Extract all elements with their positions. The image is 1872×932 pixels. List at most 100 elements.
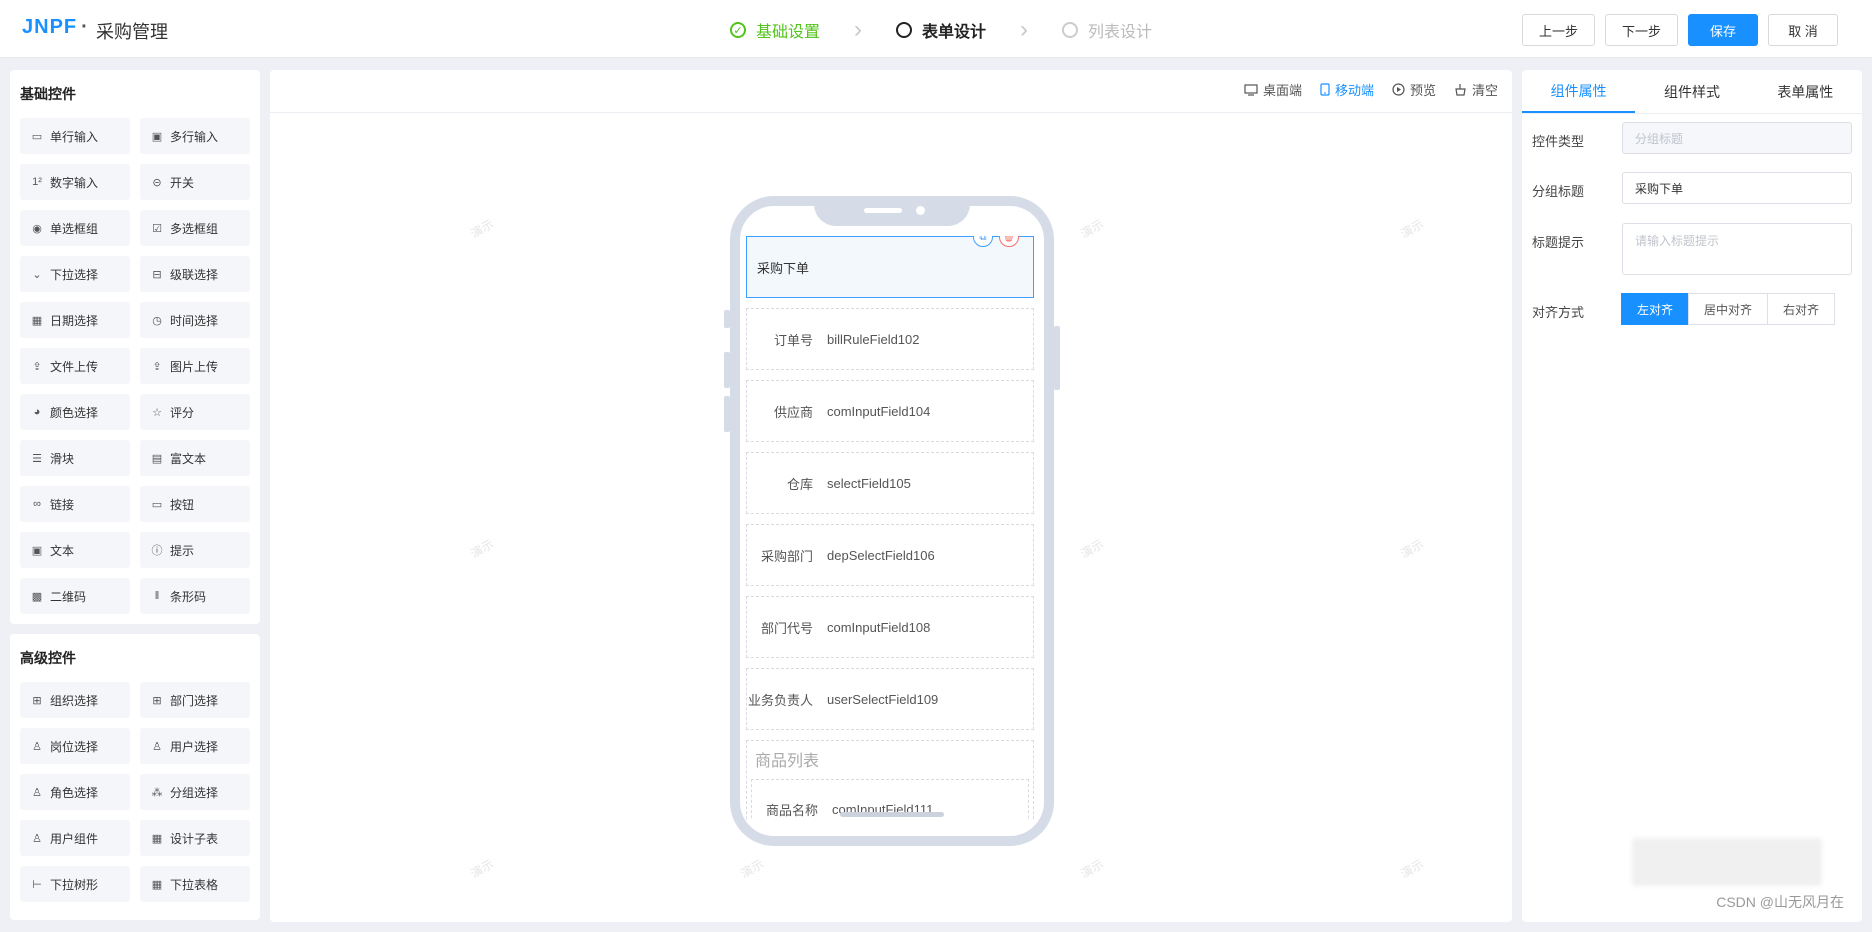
component-label: 组织选择 [50, 693, 99, 708]
field-value: billRuleField102 [827, 331, 920, 347]
blurred-region [1632, 838, 1822, 886]
watermark-text: 演示 [1078, 856, 1107, 881]
step-form-design[interactable]: 表单设计 [896, 18, 986, 42]
component-label: 文件上传 [50, 359, 99, 374]
component-label: 评分 [170, 405, 195, 420]
form-field[interactable]: 订单号 billRuleField102 [746, 308, 1034, 370]
basic-component-item[interactable]: ‖ 条形码 [140, 578, 250, 614]
page-title: 采购管理 [96, 22, 168, 42]
product-list-section[interactable]: 商品列表 商品名称 comInputField111 [746, 740, 1034, 820]
property-panel: 组件属性 组件样式 表单属性 控件类型 分组标题 分组标题 采购下单 标题提示 … [1522, 70, 1862, 922]
advanced-component-item[interactable]: ⊞ 组织选择 [20, 682, 130, 718]
upload-icon: ⇪ [32, 360, 42, 373]
tree-icon: ⊢ [32, 878, 42, 891]
basic-component-item[interactable]: ∞ 链接 [20, 486, 130, 522]
align-center-button[interactable]: 居中对齐 [1688, 293, 1769, 325]
advanced-component-item[interactable]: ♙ 岗位选择 [20, 728, 130, 764]
advanced-component-item[interactable]: ♙ 用户组件 [20, 820, 130, 856]
component-label: 图片上传 [170, 359, 219, 374]
basic-component-item[interactable]: ▩ 二维码 [20, 578, 130, 614]
field-value: comInputField104 [827, 403, 931, 419]
step-list-design[interactable]: 列表设计 [1062, 18, 1152, 42]
section-title: 商品列表 [755, 753, 820, 770]
advanced-component-item[interactable]: ♙ 用户选择 [140, 728, 250, 764]
tab-component-props[interactable]: 组件属性 [1522, 70, 1636, 113]
prev-button[interactable]: 上一步 [1521, 14, 1595, 46]
dept-icon: ⊞ [152, 694, 162, 707]
basic-component-item[interactable]: ⇪ 图片上传 [140, 348, 250, 384]
field-label: 采购部门 [760, 548, 813, 564]
date-icon: ▦ [31, 314, 43, 327]
group-title-input[interactable]: 采购下单 [1622, 172, 1852, 204]
prop-label: 标题提示 [1532, 235, 1585, 250]
basic-component-item[interactable]: ⓘ 提示 [140, 532, 250, 568]
app-header: JNPF · 采购管理 ✓ 基础设置 › 表单设计 › 列表设计 上一步 下一步 … [0, 0, 1872, 58]
align-right-button[interactable]: 右对齐 [1767, 293, 1836, 325]
credit-text: CSDN @山无风月在 [1716, 894, 1844, 910]
advanced-component-item[interactable]: ⊞ 部门选择 [140, 682, 250, 718]
watermark-text: 演示 [468, 536, 497, 561]
advanced-component-item[interactable]: ▦ 下拉表格 [140, 866, 250, 902]
basic-component-item[interactable]: ▣ 多行输入 [140, 118, 250, 154]
basic-component-item[interactable]: ▦ 日期选择 [20, 302, 130, 338]
form-field[interactable]: 业务负责人 userSelectField109 [746, 668, 1034, 730]
basic-component-item[interactable]: ▭ 按钮 [140, 486, 250, 522]
form-field[interactable]: 供应商 comInputField104 [746, 380, 1034, 442]
divider [270, 112, 1512, 113]
advanced-grid: ⊞ 组织选择 ⊞ 部门选择 ♙ 岗位选择 ♙ 用户选择 ♙ 角色选择 ⁂ 分组选择 ♙ 用户组件 ▦ 设计子表… [20, 682, 250, 902]
chevron-right-icon: › [854, 16, 863, 43]
richtext-icon: ▤ [151, 452, 163, 465]
align-left-button[interactable]: 左对齐 [1621, 293, 1690, 325]
play-icon [1392, 83, 1405, 96]
copy-icon[interactable]: ⧉ [973, 236, 993, 247]
component-label: 条形码 [170, 589, 207, 604]
component-label: 下拉表格 [170, 877, 219, 892]
basic-component-item[interactable]: ◷ 时间选择 [140, 302, 250, 338]
tab-form-props[interactable]: 表单属性 [1749, 70, 1862, 113]
link-icon: ∞ [33, 498, 41, 510]
basic-component-item[interactable]: ▣ 文本 [20, 532, 130, 568]
basic-component-item[interactable]: ⊟ 级联选择 [140, 256, 250, 292]
tab-component-style[interactable]: 组件样式 [1635, 70, 1748, 113]
basic-component-item[interactable]: ⌄ 下拉选择 [20, 256, 130, 292]
basic-component-item[interactable]: ◕ 颜色选择 [20, 394, 130, 430]
clear-button[interactable]: 清空 [1454, 80, 1498, 99]
basic-component-item[interactable]: ☆ 评分 [140, 394, 250, 430]
form-field[interactable]: 仓库 selectField105 [746, 452, 1034, 514]
basic-component-item[interactable]: ▭ 单行输入 [20, 118, 130, 154]
canvas-toolbar: 桌面端 移动端 预览 清空 [1244, 80, 1498, 99]
basic-component-item[interactable]: ▤ 富文本 [140, 440, 250, 476]
basic-component-item[interactable]: 1² 数字输入 [20, 164, 130, 200]
basic-component-item[interactable]: ⇪ 文件上传 [20, 348, 130, 384]
next-button[interactable]: 下一步 [1604, 14, 1678, 46]
group-title-field-selected[interactable]: 采购下单 ⧉ 🗑 [746, 236, 1034, 298]
basic-component-item[interactable]: ☑ 多选框组 [140, 210, 250, 246]
info-icon: ⓘ [151, 545, 163, 557]
basic-components: 基础控件 ▭ 单行输入 ▣ 多行输入 1² 数字输入 ⊝ 开关 ◉ 单选框组 ☑ 多选框组 ⌄ 下拉选择 ⊟… [10, 70, 260, 624]
step-basic-settings[interactable]: ✓ 基础设置 [730, 18, 820, 42]
component-label: 提示 [170, 543, 195, 558]
save-button[interactable]: 保存 [1688, 14, 1758, 46]
delete-icon[interactable]: 🗑 [999, 236, 1019, 247]
form-field[interactable]: 部门代号 comInputField108 [746, 596, 1034, 658]
advanced-component-item[interactable]: ♙ 角色选择 [20, 774, 130, 810]
component-label: 数字输入 [50, 175, 99, 190]
watermark-text: 演示 [468, 216, 497, 241]
align-segmented: 左对齐 居中对齐 右对齐 [1621, 293, 1836, 325]
component-label: 部门选择 [170, 693, 219, 708]
cancel-button[interactable]: 取 消 [1768, 14, 1838, 46]
basic-component-item[interactable]: ⊝ 开关 [140, 164, 250, 200]
advanced-component-item[interactable]: ▦ 设计子表 [140, 820, 250, 856]
title-tip-textarea[interactable]: 请输入标题提示 [1622, 223, 1852, 275]
user-icon: ♙ [152, 740, 162, 753]
preview-button[interactable]: 预览 [1392, 80, 1436, 99]
mobile-view-button[interactable]: 移动端 [1320, 80, 1374, 99]
form-field[interactable]: 采购部门 depSelectField106 [746, 524, 1034, 586]
basic-component-item[interactable]: ◉ 单选框组 [20, 210, 130, 246]
monitor-icon [1244, 83, 1258, 96]
advanced-component-item[interactable]: ⁂ 分组选择 [140, 774, 250, 810]
basic-component-item[interactable]: ☰ 滑块 [20, 440, 130, 476]
advanced-component-item[interactable]: ⊢ 下拉树形 [20, 866, 130, 902]
position-icon: ♙ [32, 740, 42, 753]
desktop-view-button[interactable]: 桌面端 [1244, 80, 1302, 99]
